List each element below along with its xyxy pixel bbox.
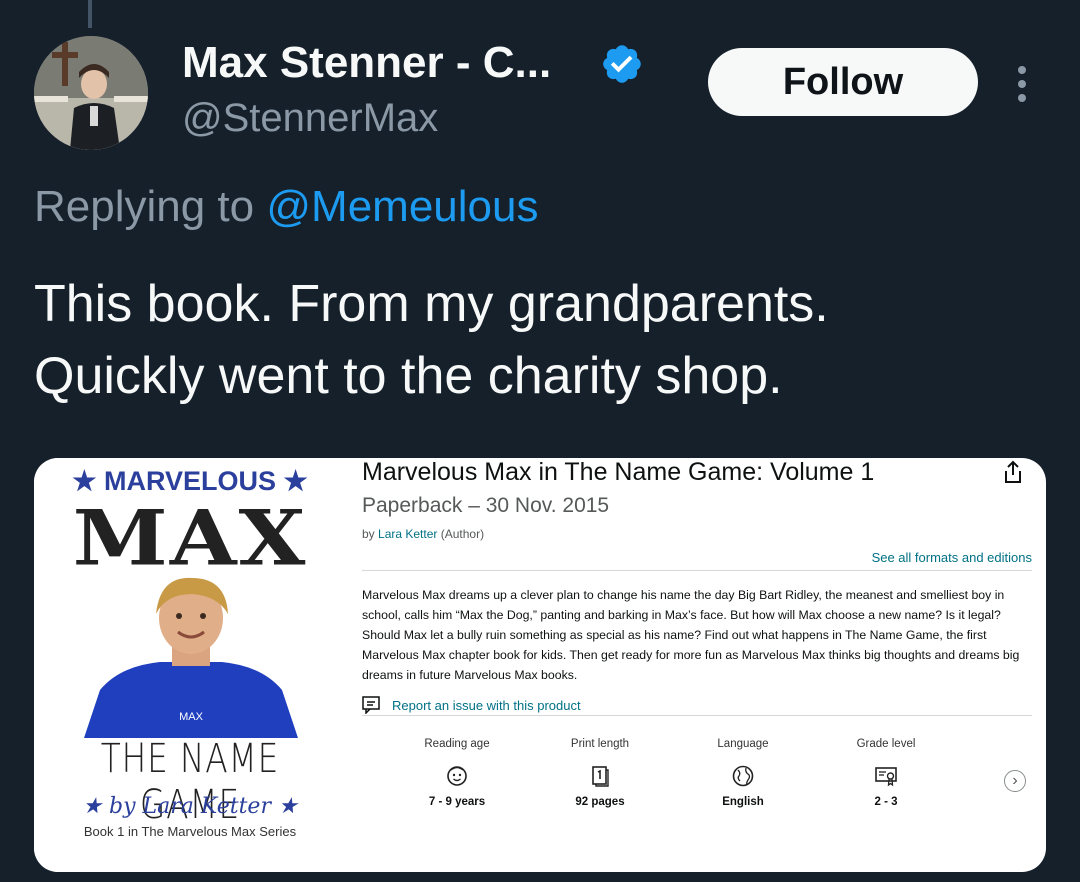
display-name[interactable]: Max Stenner - C... — [182, 38, 551, 88]
cover-shirt-text: MAX — [179, 711, 204, 723]
avatar-photo — [34, 36, 148, 150]
reply-mention-link[interactable]: @Memeulous — [266, 182, 538, 231]
spec-label: Grade level — [856, 738, 916, 750]
cover-series-title: ★ MARVELOUS ★ — [72, 466, 308, 496]
user-handle[interactable]: @StennerMax — [182, 96, 438, 141]
author-role: (Author) — [440, 527, 485, 541]
replying-to-line: Replying to @Memeulous — [34, 182, 538, 232]
author-link: Lara Ketter — [378, 527, 438, 541]
spec-print-length: Print length 92 pages — [530, 738, 670, 808]
thread-connector-line — [88, 0, 92, 28]
product-description: Marvelous Max dreams up a clever plan to… — [362, 588, 1020, 682]
tweet-text-line: Quickly went to the charity shop. — [34, 347, 783, 405]
cover-boy-photo: MAX — [80, 570, 302, 738]
report-icon — [362, 696, 380, 714]
child-face-icon — [447, 766, 467, 786]
attached-image[interactable]: ★ MARVELOUS ★ MAX MAX THE NAME GAME ★ by… — [34, 458, 1046, 872]
spec-value: English — [722, 796, 764, 808]
report-issue-link: Report an issue with this product — [362, 696, 581, 714]
tweet-text-line: This book. From my grandparents. — [34, 275, 829, 333]
globe-icon — [732, 765, 754, 787]
divider — [362, 715, 1032, 716]
certificate-icon — [875, 767, 897, 787]
product-info: Marvelous Max in The Name Game: Volume 1… — [362, 458, 1032, 872]
divider — [362, 570, 1032, 571]
specs-next-button: › — [1004, 770, 1026, 792]
by-prefix: by — [362, 527, 375, 541]
avatar[interactable] — [34, 36, 148, 150]
cover-series-line: Book 1 in The Marvelous Max Series — [83, 824, 297, 839]
spec-language: Language English — [673, 738, 813, 808]
spec-label: Print length — [570, 738, 630, 750]
spec-grade-level: Grade level 2 - 3 — [816, 738, 956, 808]
product-title: Marvelous Max in The Name Game: Volume 1 — [362, 458, 875, 486]
share-icon — [1005, 460, 1021, 483]
spec-label: Reading age — [424, 738, 490, 750]
product-byline: by Lara Ketter (Author) — [362, 527, 484, 541]
book-pages-icon — [592, 766, 609, 787]
see-all-formats-link: See all formats and editions — [871, 550, 1032, 565]
cover-byline: ★ by Lara Ketter ★ — [82, 794, 298, 819]
report-issue-label: Report an issue with this product — [392, 697, 581, 713]
tweet-text: This book. From my grandparents. Quickly… — [34, 268, 1054, 412]
more-options-icon[interactable] — [1010, 64, 1034, 104]
spec-reading-age: Reading age 7 - 9 years — [387, 738, 527, 808]
replying-prefix: Replying to — [34, 182, 255, 231]
spec-label: Language — [717, 738, 769, 750]
follow-button[interactable]: Follow — [708, 48, 978, 116]
book-cover: ★ MARVELOUS ★ MAX MAX THE NAME GAME ★ by… — [34, 458, 346, 872]
verified-badge-icon[interactable] — [600, 42, 644, 86]
spec-value: 7 - 9 years — [428, 796, 486, 808]
spec-value: 92 pages — [575, 796, 625, 808]
spec-value: 2 - 3 — [874, 796, 898, 808]
product-format-date: Paperback – 30 Nov. 2015 — [362, 494, 610, 517]
product-specs: Reading age 7 - 9 years Print length 92 … — [362, 738, 962, 818]
